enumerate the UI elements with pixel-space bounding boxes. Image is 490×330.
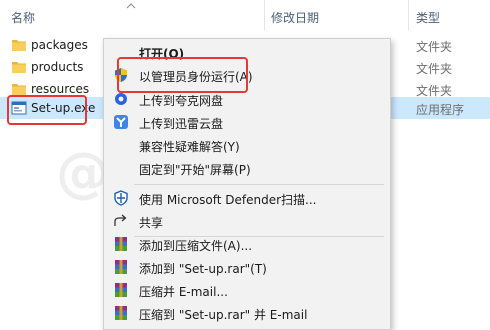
file-name: resources xyxy=(31,82,90,96)
column-divider[interactable] xyxy=(408,0,409,30)
menu-item-label: 添加到 "Set-up.rar"(T) xyxy=(139,262,267,276)
column-type-header[interactable]: 类型 xyxy=(416,9,440,26)
menu-item-label: 上传到迅雷云盘 xyxy=(139,117,224,131)
menu-item-compress-rar-email[interactable]: 压缩到 "Set-up.rar" 并 E-mail xyxy=(104,302,390,324)
column-divider[interactable] xyxy=(264,0,265,30)
menu-item-share[interactable]: 共享 xyxy=(104,210,390,232)
folder-icon xyxy=(12,84,26,95)
file-name: products xyxy=(31,60,84,74)
exe-icon xyxy=(11,101,27,115)
file-name: Set-up.exe xyxy=(31,101,96,115)
menu-item-label: 打开(O) xyxy=(139,47,185,61)
file-name: packages xyxy=(31,38,88,52)
file-type: 文件夹 xyxy=(416,62,453,76)
menu-item-label: 兼容性疑难解答(Y) xyxy=(139,140,240,154)
menu-item-run-as-admin[interactable]: 以管理员身份运行(A) xyxy=(104,64,390,86)
uac-shield-icon xyxy=(115,68,127,82)
menu-item-compress-email[interactable]: 压缩并 E-mail... xyxy=(104,279,390,301)
menu-item-label: 使用 Microsoft Defender扫描... xyxy=(139,193,317,207)
menu-item-upload-xunlei[interactable]: 上传到迅雷云盘 xyxy=(104,111,390,133)
menu-item-label: 添加到压缩文件(A)... xyxy=(139,239,253,253)
folder-icon xyxy=(12,62,26,73)
winrar-icon xyxy=(115,260,127,274)
menu-item-label: 共享 xyxy=(139,216,164,230)
sort-up-icon xyxy=(126,3,136,9)
winrar-icon xyxy=(115,283,127,297)
share-icon xyxy=(114,214,127,226)
xunlei-icon xyxy=(114,115,128,129)
menu-separator xyxy=(134,184,384,185)
context-menu: 打开(O) 以管理员身份运行(A) 上传到夸克网盘 上传到迅雷云盘 兼容性疑难解… xyxy=(103,38,391,330)
column-header: 名称 修改日期 类型 xyxy=(0,0,490,30)
folder-icon xyxy=(12,40,26,51)
defender-shield-icon xyxy=(114,190,128,206)
winrar-icon xyxy=(115,306,127,320)
menu-item-defender-scan[interactable]: 使用 Microsoft Defender扫描... xyxy=(104,187,390,209)
menu-item-label: 以管理员身份运行(A) xyxy=(139,70,253,84)
menu-item-add-rar[interactable]: 添加到 "Set-up.rar"(T) xyxy=(104,256,390,278)
menu-item-label: 固定到"开始"屏幕(P) xyxy=(139,163,251,177)
menu-item-add-archive[interactable]: 添加到压缩文件(A)... xyxy=(104,233,390,255)
quark-icon xyxy=(115,93,127,105)
column-date-header[interactable]: 修改日期 xyxy=(271,9,319,26)
menu-item-upload-quark[interactable]: 上传到夸克网盘 xyxy=(104,88,390,110)
menu-item-label: 压缩并 E-mail... xyxy=(139,285,228,299)
menu-item-pin-start[interactable]: 固定到"开始"屏幕(P) xyxy=(104,157,390,179)
menu-item-open[interactable]: 打开(O) xyxy=(104,41,390,63)
file-type: 应用程序 xyxy=(416,103,465,117)
menu-item-compatibility[interactable]: 兼容性疑难解答(Y) xyxy=(104,134,390,156)
menu-item-label: 上传到夸克网盘 xyxy=(139,94,224,108)
winrar-icon xyxy=(115,237,127,251)
file-type: 文件夹 xyxy=(416,40,453,54)
column-name-header[interactable]: 名称 xyxy=(11,9,35,26)
menu-item-label: 压缩到 "Set-up.rar" 并 E-mail xyxy=(139,308,308,322)
